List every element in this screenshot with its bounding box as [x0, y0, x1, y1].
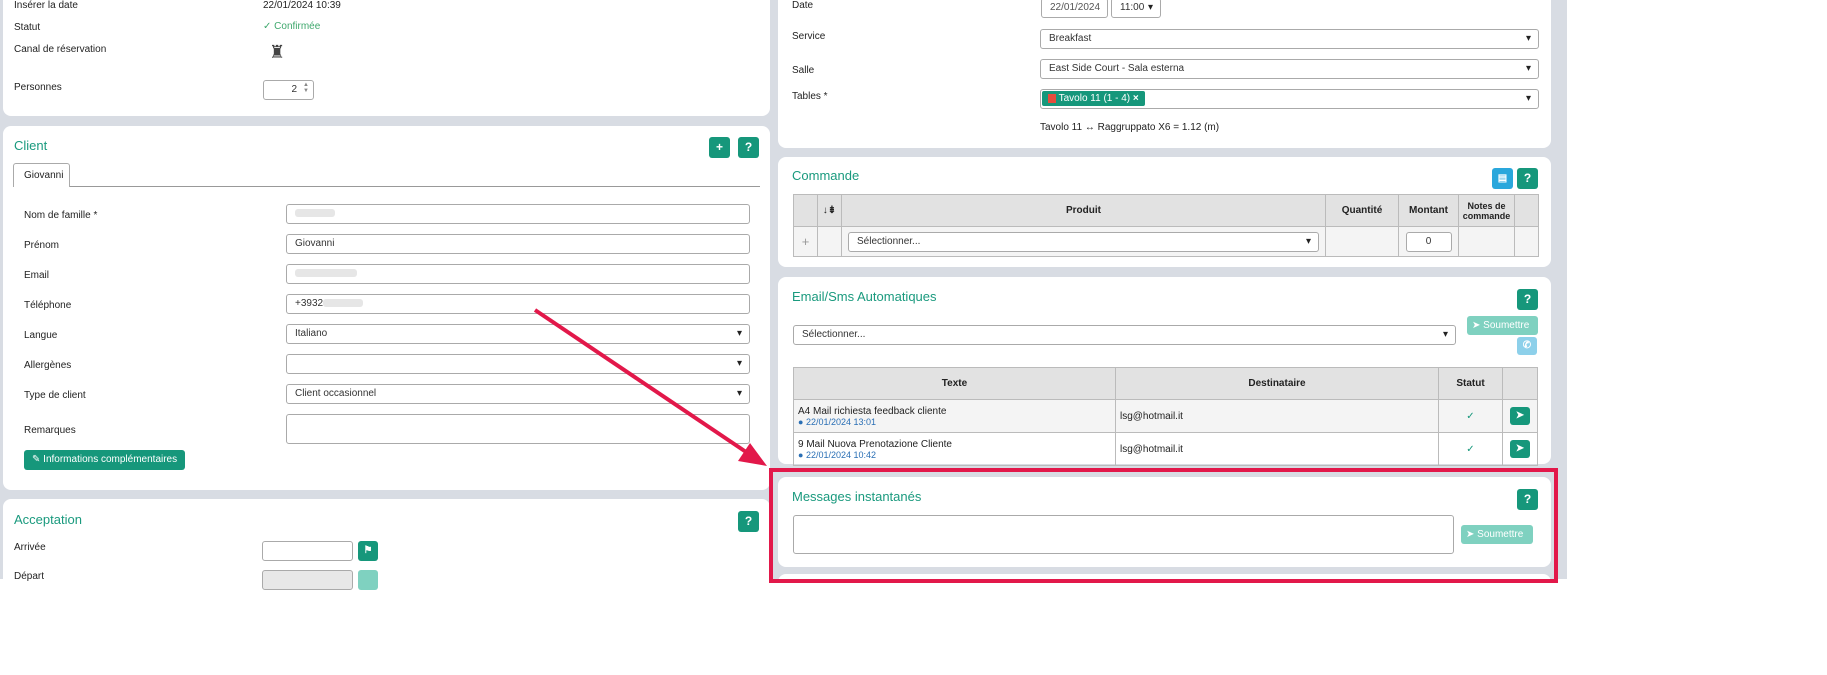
annotation-arrow-icon [533, 308, 767, 466]
